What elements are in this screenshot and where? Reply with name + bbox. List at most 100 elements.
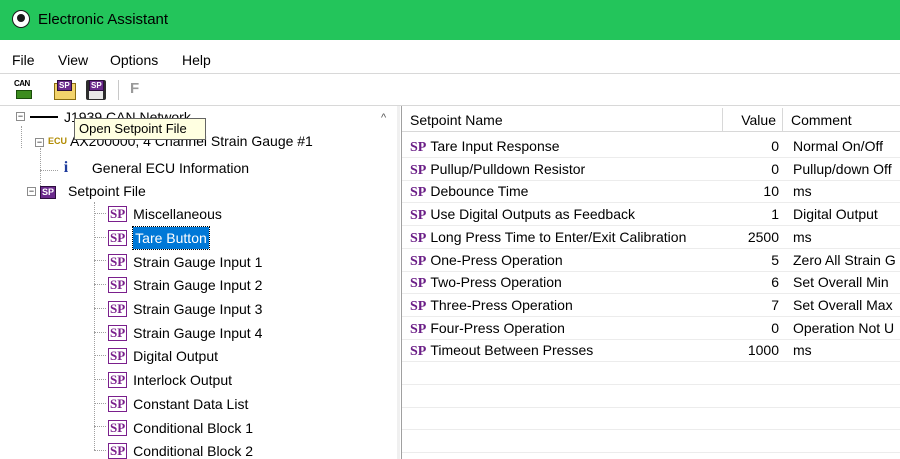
setpoint-value-cell: 6 bbox=[771, 274, 779, 291]
tree-label: Conditional Block 2 bbox=[133, 443, 254, 459]
sp-icon: SP bbox=[410, 253, 427, 269]
tree-node-conditional-block-1[interactable]: SP Conditional Block 1 bbox=[94, 415, 254, 437]
tree-guide bbox=[40, 170, 58, 171]
setpoint-name: Three-Press Operation bbox=[430, 296, 573, 313]
setpoint-value-cell: 1000 bbox=[747, 342, 779, 359]
tree-label: Conditional Block 1 bbox=[133, 419, 254, 436]
tree-node-constant-data-list[interactable]: SP Constant Data List bbox=[94, 392, 248, 414]
tree-node-strain-gauge-input-1[interactable]: SP Strain Gauge Input 1 bbox=[94, 249, 262, 271]
tree-node-interlock-output[interactable]: SP Interlock Output bbox=[94, 368, 232, 390]
table-row bbox=[402, 362, 900, 385]
column-header-value[interactable]: Value bbox=[723, 108, 783, 132]
setpoint-name: Long Press Time to Enter/Exit Calibratio… bbox=[430, 228, 687, 245]
open-setpoint-file-button[interactable]: SP bbox=[52, 78, 78, 102]
tree-guide bbox=[94, 236, 106, 238]
sp-icon: SP bbox=[410, 185, 427, 201]
tree-guide bbox=[94, 355, 106, 357]
setpoint-group-icon: SP bbox=[108, 277, 128, 294]
table-row[interactable]: SP One-Press Operation 5 Zero All Strain G bbox=[402, 249, 900, 272]
setpoint-comment-cell: ms bbox=[793, 183, 812, 200]
tree-node-strain-gauge-input-4[interactable]: SP Strain Gauge Input 4 bbox=[94, 321, 263, 343]
setpoint-comment-cell: Set Overall Max bbox=[793, 296, 893, 313]
setpoint-value-cell: 5 bbox=[771, 251, 779, 268]
collapse-icon[interactable]: − bbox=[27, 187, 36, 196]
scroll-up-icon[interactable]: ^ bbox=[381, 112, 386, 124]
menu-view[interactable]: View bbox=[58, 52, 88, 68]
can-connect-button[interactable]: CAN bbox=[12, 78, 36, 102]
tree-node-general-ecu-info[interactable]: i General ECU Information bbox=[60, 156, 249, 178]
column-header-setpoint-name[interactable]: Setpoint Name bbox=[402, 108, 723, 132]
menu-file[interactable]: File bbox=[12, 52, 35, 68]
setpoint-group-icon: SP bbox=[108, 372, 128, 389]
tree-guide bbox=[94, 260, 106, 262]
table-row[interactable]: SP Timeout Between Presses 1000 ms bbox=[402, 339, 900, 363]
tree-node-tare-button[interactable]: SP Tare Button bbox=[94, 225, 210, 250]
window-title: Electronic Assistant bbox=[38, 11, 169, 28]
table-row bbox=[402, 430, 900, 454]
setpoint-value-cell: 10 bbox=[763, 183, 779, 200]
table-row[interactable]: SP Tare Input Response 0 Normal On/Off bbox=[402, 135, 900, 158]
table-row bbox=[402, 407, 900, 431]
menu-options[interactable]: Options bbox=[110, 52, 158, 68]
setpoint-comment-cell: Operation Not U bbox=[793, 319, 895, 336]
setpoint-name-cell: SP One-Press Operation bbox=[410, 249, 728, 272]
sp-icon: SP bbox=[410, 298, 427, 314]
table-row[interactable]: SP Two-Press Operation 6 Set Overall Min bbox=[402, 271, 900, 295]
collapse-icon[interactable]: − bbox=[35, 138, 44, 147]
menu-help[interactable]: Help bbox=[182, 52, 211, 68]
tree-node-strain-gauge-input-2[interactable]: SP Strain Gauge Input 2 bbox=[94, 273, 263, 295]
column-header-comment[interactable]: Comment bbox=[783, 108, 900, 132]
tree-scrollbar[interactable] bbox=[397, 106, 400, 459]
setpoint-group-icon: SP bbox=[108, 348, 128, 365]
save-setpoint-file-button[interactable]: SP bbox=[84, 78, 108, 102]
setpoint-table: Setpoint Name Value Comment SP Tare Input… bbox=[401, 106, 900, 459]
table-row[interactable]: SP Pullup/Pulldown Resistor 0 Pullup/down O… bbox=[402, 158, 900, 181]
setpoint-comment-cell: Set Overall Min bbox=[793, 274, 889, 291]
setpoint-comment-cell: Zero All Strain G bbox=[793, 251, 896, 268]
setpoint-group-icon: SP bbox=[108, 301, 128, 318]
table-row[interactable]: SP Use Digital Outputs as Feedback 1 Digita… bbox=[402, 203, 900, 227]
tree-label: Interlock Output bbox=[133, 372, 232, 389]
table-row[interactable]: SP Three-Press Operation 7 Set Overall Max bbox=[402, 294, 900, 317]
table-row[interactable]: SP Four-Press Operation 0 Operation Not U bbox=[402, 317, 900, 340]
setpoint-name: Pullup/Pulldown Resistor bbox=[430, 160, 586, 177]
tree-node-digital-output[interactable]: SP Digital Output bbox=[94, 344, 218, 366]
setpoint-group-icon: SP bbox=[108, 324, 128, 341]
table-row bbox=[402, 385, 900, 408]
setpoint-name: Tare Input Response bbox=[430, 138, 560, 154]
setpoint-comment-cell: ms bbox=[793, 342, 812, 359]
tree-label: Strain Gauge Input 4 bbox=[133, 324, 263, 341]
toolbar-separator bbox=[118, 80, 119, 100]
tree-guide bbox=[94, 331, 106, 333]
tree-guide bbox=[94, 202, 95, 450]
setpoint-name-cell: SP Use Digital Outputs as Feedback bbox=[410, 203, 728, 226]
tree-view[interactable]: − J1939 CAN Network − ECU AX200000, 4 Ch… bbox=[0, 106, 397, 459]
tree-label: Digital Output bbox=[133, 348, 218, 365]
setpoint-name-cell: SP Two-Press Operation bbox=[410, 271, 728, 294]
setpoint-name: One-Press Operation bbox=[430, 251, 563, 268]
tree-label: Strain Gauge Input 2 bbox=[133, 277, 263, 294]
sp-icon: SP bbox=[57, 80, 72, 91]
setpoint-name-cell: SP Four-Press Operation bbox=[410, 317, 728, 340]
setpoint-group-icon: SP bbox=[108, 443, 128, 459]
table-row[interactable]: SP Debounce Time 10 ms bbox=[402, 180, 900, 204]
tree-guide bbox=[94, 378, 106, 380]
setpoint-name-cell: SP Tare Input Response bbox=[410, 135, 728, 158]
setpoint-comment-cell: ms bbox=[793, 228, 812, 245]
tree-label: Tare Button bbox=[132, 225, 210, 250]
table-row[interactable]: SP Long Press Time to Enter/Exit Calibrat… bbox=[402, 226, 900, 249]
tree-node-miscellaneous[interactable]: SP Miscellaneous bbox=[94, 202, 222, 224]
setpoint-value-cell: 7 bbox=[771, 296, 779, 313]
setpoint-name-cell: SP Pullup/Pulldown Resistor bbox=[410, 158, 728, 181]
can-icon: CAN bbox=[14, 79, 30, 88]
menu-bar: File View Options Help bbox=[0, 40, 900, 74]
tree-node-conditional-block-2[interactable]: SP Conditional Block 2 bbox=[94, 439, 254, 459]
tree-node-strain-gauge-input-3[interactable]: SP Strain Gauge Input 3 bbox=[94, 297, 262, 319]
flash-button[interactable]: F bbox=[130, 80, 139, 97]
setpoint-value-cell: 1 bbox=[771, 206, 779, 223]
tree-guide bbox=[94, 402, 106, 404]
setpoint-name: Timeout Between Presses bbox=[430, 342, 594, 359]
collapse-icon[interactable]: − bbox=[16, 112, 25, 121]
toolbar: CAN SP SP F bbox=[0, 74, 900, 106]
setpoint-name-cell: SP Debounce Time bbox=[410, 180, 728, 203]
